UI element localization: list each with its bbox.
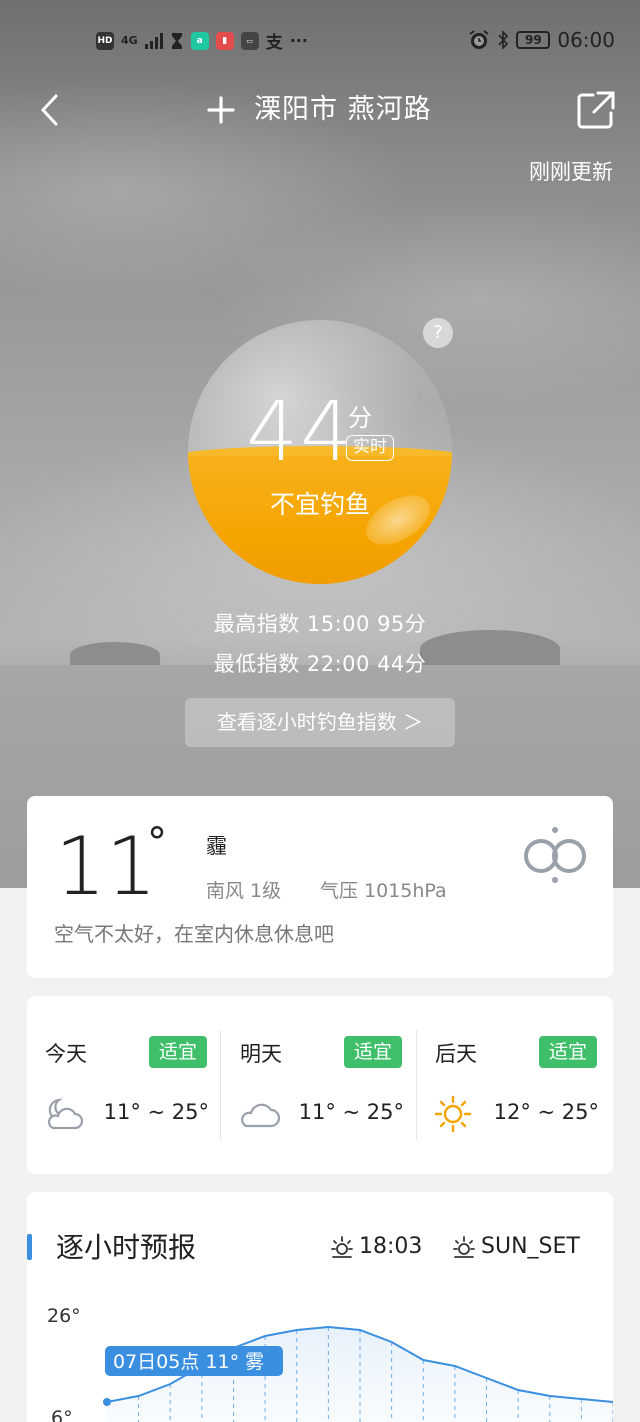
alarm-icon	[469, 30, 489, 49]
sunrise-icon	[331, 1235, 353, 1258]
sunrise-time: 18:03	[359, 1234, 423, 1259]
day-name: 今天	[45, 1042, 87, 1066]
temperature-range: 11° ~ 25°	[298, 1100, 404, 1124]
realtime-tag: 实时	[346, 435, 394, 461]
suitability-badge: 适宜	[344, 1036, 402, 1068]
share-icon[interactable]	[576, 90, 616, 130]
hourglass-icon	[171, 32, 182, 49]
sunrise-info: 18:03	[329, 1234, 422, 1259]
partly-cloudy-night-icon	[47, 1098, 84, 1130]
status-left: HD 4G a ▮ ▭ 支 ···	[96, 28, 308, 53]
help-icon[interactable]: ?	[423, 318, 453, 348]
chart-tooltip: 07日05点 11° 雾	[105, 1346, 283, 1376]
y-tick-bottom: 6°	[51, 1407, 73, 1422]
fishing-verdict: 不宜钓鱼	[269, 490, 370, 519]
hourly-temperature-chart[interactable]: 26° 6° 07日05点 11° 雾	[27, 1292, 613, 1422]
app-icon-green: a	[190, 31, 209, 50]
current-weather-card: 11 ° 霾 南风 1级 气压 1015hPa 空气不太好，在室内休息休息吧	[27, 796, 613, 978]
app-icon-dark: ▭	[240, 31, 259, 50]
hourly-forecast-card: 逐小时预报 18:03 SUN_SET 26° 6° 07日05点 11° 雾	[27, 1192, 613, 1422]
day-tomorrow[interactable]: 明天 适宜 11° ~ 25°	[222, 996, 418, 1174]
wind-info: 南风 1级	[206, 880, 282, 902]
temperature-range: 11° ~ 25°	[103, 1100, 209, 1124]
three-day-card: 今天 适宜 11° ~ 25° 明天 适宜 11° ~ 25° 后天 适宜 12…	[27, 996, 613, 1174]
sunset-label: SUN_SET	[481, 1234, 580, 1259]
alipay-icon: 支	[265, 33, 283, 53]
current-temperature: 11	[55, 820, 157, 913]
update-status: 刚刚更新	[529, 160, 613, 184]
cloud-icon	[241, 1103, 280, 1128]
sun-icon	[434, 1095, 472, 1133]
y-tick-top: 26°	[47, 1305, 81, 1327]
bluetooth-icon	[498, 30, 509, 50]
haze-icon	[524, 827, 586, 883]
fishing-score: 44	[246, 385, 355, 480]
add-city-icon[interactable]	[206, 92, 236, 128]
battery-indicator: 99	[516, 31, 551, 49]
current-condition: 霾	[206, 834, 227, 858]
network-type: 4G	[121, 34, 138, 47]
day-today[interactable]: 今天 适宜 11° ~ 25°	[27, 996, 223, 1174]
location-title[interactable]: 溧阳市 燕河路	[254, 92, 432, 128]
pressure-info: 气压 1015hPa	[320, 880, 447, 902]
hourly-fishing-index-button[interactable]: 查看逐小时钓鱼指数 ＞	[185, 698, 455, 747]
sunset-icon	[453, 1235, 475, 1258]
status-bar: HD 4G a ▮ ▭ 支 ··· 99 06:00	[0, 28, 640, 54]
back-icon[interactable]	[34, 92, 70, 128]
lowest-index: 最低指数 22:00 44分	[213, 652, 427, 676]
app-icon-red: ▮	[215, 31, 234, 50]
current-hour-point	[103, 1398, 111, 1406]
hd-badge: HD	[96, 31, 114, 50]
score-unit: 分	[348, 404, 372, 432]
signal-icon	[144, 32, 163, 49]
day-name: 后天	[435, 1042, 477, 1066]
weather-tip: 空气不太好，在室内休息休息吧	[54, 922, 334, 946]
sunset-info: SUN_SET	[451, 1234, 580, 1259]
section-accent-bar	[27, 1234, 32, 1260]
divider	[220, 1030, 221, 1140]
day-name: 明天	[240, 1042, 282, 1066]
day-after-tomorrow[interactable]: 后天 适宜 12° ~ 25°	[417, 996, 613, 1174]
more-notifications-icon: ···	[289, 31, 308, 50]
temperature-range: 12° ~ 25°	[493, 1100, 599, 1124]
suitability-badge: 适宜	[149, 1036, 207, 1068]
status-right: 99 06:00	[468, 28, 615, 52]
clock: 06:00	[557, 28, 615, 52]
highest-index: 最高指数 15:00 95分	[213, 612, 427, 636]
suitability-badge: 适宜	[539, 1036, 597, 1068]
hourly-forecast-title: 逐小时预报	[56, 1231, 197, 1264]
degree-symbol: °	[147, 820, 167, 866]
tooltip-text: 07日05点 11° 雾	[113, 1351, 264, 1373]
